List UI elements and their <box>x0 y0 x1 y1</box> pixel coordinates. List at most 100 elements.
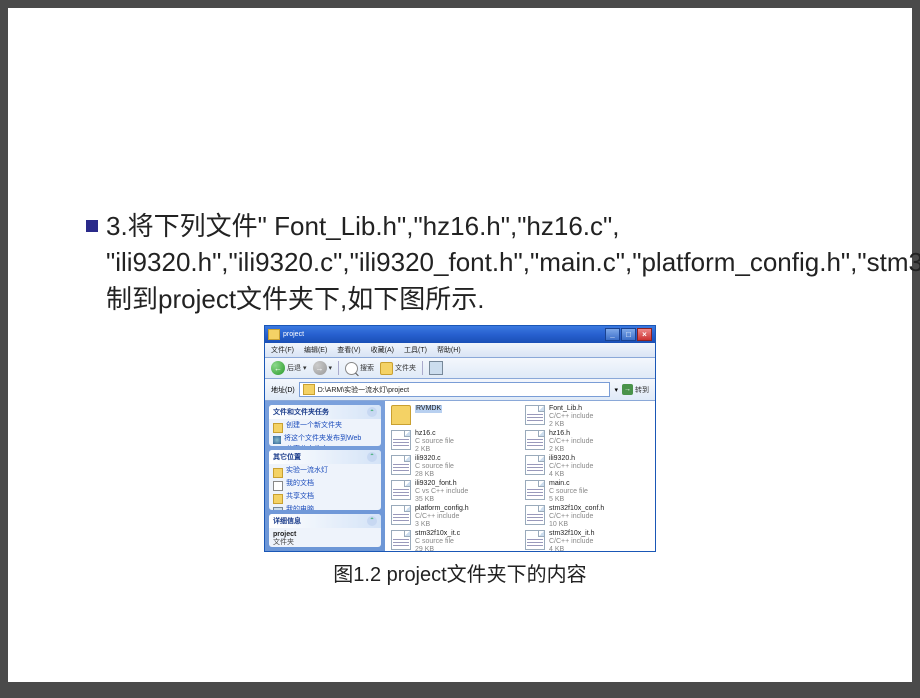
document-icon <box>273 481 283 491</box>
folders-button[interactable]: 文件夹 <box>380 362 416 375</box>
file-item[interactable]: ili9320.cC source file 28 KB <box>391 455 515 478</box>
addressbar: 地址(D) D:\ARM\实验一流水灯\project ▾ → 转到 <box>265 379 655 401</box>
place-computer[interactable]: 我的电脑 <box>273 505 377 510</box>
slide: 3.将下列文件" Font_Lib.h","hz16.h","hz16.c", … <box>8 8 912 682</box>
file-meta: C/C++ include 4 KB <box>549 538 595 553</box>
address-input[interactable]: D:\ARM\实验一流水灯\project <box>299 382 611 397</box>
address-path: D:\ARM\实验一流水灯\project <box>318 385 409 395</box>
tasks-header[interactable]: 文件和文件夹任务 ⌃ <box>269 405 381 419</box>
file-name: platform_config.h <box>415 505 469 513</box>
file-info: hz16.hC/C++ include 2 KB <box>549 430 593 453</box>
collapse-icon: ⌃ <box>367 452 377 462</box>
file-name: ili9320.h <box>549 455 593 463</box>
place-shared[interactable]: 共享文档 <box>273 492 377 505</box>
file-name: RVMDK <box>415 405 442 413</box>
file-icon <box>525 530 545 550</box>
chevron-down-icon[interactable]: ▾ <box>614 386 618 394</box>
place-parent[interactable]: 实验一流水灯 <box>273 466 377 479</box>
file-info: stm32f10x_it.hC/C++ include 4 KB <box>549 530 595 553</box>
file-info: stm32f10x_it.cC source file 29 KB <box>415 530 460 553</box>
file-icon <box>391 530 411 550</box>
file-item[interactable]: platform_config.hC/C++ include 3 KB <box>391 505 515 528</box>
menubar: 文件(F) 编辑(E) 查看(V) 收藏(A) 工具(T) 帮助(H) <box>265 343 655 358</box>
place-mydocs[interactable]: 我的文档 <box>273 479 377 492</box>
close-button[interactable]: × <box>637 328 652 341</box>
text-line-1: 3.将下列文件" Font_Lib.h","hz16.h","hz16.c", <box>106 208 620 244</box>
bullet-line-1: 3.将下列文件" Font_Lib.h","hz16.h","hz16.c", <box>8 208 912 244</box>
back-button[interactable]: ← 后退 ▾ <box>271 361 307 375</box>
go-arrow-icon: → <box>622 384 633 395</box>
toolbar: ← 后退 ▾ → ▾ 搜索 文件夹 <box>265 358 655 379</box>
file-info: platform_config.hC/C++ include 3 KB <box>415 505 469 528</box>
file-meta: C source file 2 KB <box>415 438 454 453</box>
task-share[interactable]: 共享此文件夹 <box>273 445 377 446</box>
file-name: stm32f10x_it.c <box>415 530 460 538</box>
figure-caption: 图1.2 project文件夹下的内容 <box>333 558 586 587</box>
text-line-2: "ili9320.h","ili9320.c","ili9320_font.h"… <box>8 244 912 317</box>
menu-fav[interactable]: 收藏(A) <box>371 345 394 355</box>
folders-label: 文件夹 <box>395 363 416 373</box>
maximize-button[interactable]: □ <box>621 328 636 341</box>
globe-icon <box>273 436 281 444</box>
forward-button[interactable]: → ▾ <box>313 361 333 375</box>
file-icon <box>391 505 411 525</box>
file-name: main.c <box>549 480 588 488</box>
titlebar[interactable]: project _ □ × <box>265 326 655 343</box>
places-header[interactable]: 其它位置 ⌃ <box>269 450 381 464</box>
file-info: hz16.cC source file 2 KB <box>415 430 454 453</box>
task-new-folder[interactable]: 创建一个新文件夹 <box>273 421 377 434</box>
details-name: project <box>273 531 296 538</box>
back-arrow-icon: ← <box>271 361 285 375</box>
file-item[interactable]: main.cC source file 5 KB <box>525 480 649 503</box>
task-publish[interactable]: 将这个文件夹发布到Web <box>273 434 377 445</box>
file-info: ili9320.hC/C++ include 4 KB <box>549 455 593 478</box>
folder-icon <box>303 384 315 395</box>
go-button[interactable]: → 转到 <box>622 384 649 395</box>
folder-icon <box>273 468 283 478</box>
shared-docs-icon <box>273 494 283 504</box>
file-item[interactable]: stm32f10x_conf.hC/C++ include 10 KB <box>525 505 649 528</box>
menu-help[interactable]: 帮助(H) <box>437 345 461 355</box>
file-icon <box>525 505 545 525</box>
folder-icon <box>268 329 280 340</box>
file-item[interactable]: hz16.hC/C++ include 2 KB <box>525 430 649 453</box>
details-body: project 文件夹 修改日期: 2013年3月5日, 13:53 <box>269 528 381 547</box>
file-meta: C source file 5 KB <box>549 488 588 503</box>
search-button[interactable]: 搜索 <box>345 362 374 375</box>
window-title: project <box>283 331 304 338</box>
file-icon <box>391 480 411 500</box>
places-title: 其它位置 <box>273 452 301 462</box>
folder-icon <box>391 405 411 425</box>
menu-file[interactable]: 文件(F) <box>271 345 294 355</box>
file-item[interactable]: stm32f10x_it.hC/C++ include 4 KB <box>525 530 649 553</box>
file-name: stm32f10x_it.h <box>549 530 595 538</box>
separator <box>422 361 423 375</box>
new-folder-icon <box>273 423 283 433</box>
file-name: Font_Lib.h <box>549 405 593 413</box>
file-item[interactable]: RVMDK <box>391 405 515 428</box>
file-icon <box>525 430 545 450</box>
file-info: Font_Lib.hC/C++ include 2 KB <box>549 405 593 428</box>
menu-view[interactable]: 查看(V) <box>337 345 360 355</box>
file-name: hz16.c <box>415 430 454 438</box>
file-item[interactable]: hz16.cC source file 2 KB <box>391 430 515 453</box>
menu-edit[interactable]: 编辑(E) <box>304 345 327 355</box>
file-item[interactable]: stm32f10x_it.cC source file 29 KB <box>391 530 515 553</box>
file-item[interactable]: Font_Lib.hC/C++ include 2 KB <box>525 405 649 428</box>
details-header[interactable]: 详细信息 ⌃ <box>269 514 381 528</box>
explorer-window: project _ □ × 文件(F) 编辑(E) 查看(V) 收藏(A) 工具… <box>264 325 656 552</box>
chevron-down-icon: ▾ <box>329 364 333 372</box>
file-meta: C/C++ include 4 KB <box>549 463 593 478</box>
screenshot-container: project _ □ × 文件(F) 编辑(E) 查看(V) 收藏(A) 工具… <box>8 325 912 587</box>
file-item[interactable]: ili9320_font.hC vs C++ include 35 KB <box>391 480 515 503</box>
minimize-button[interactable]: _ <box>605 328 620 341</box>
menu-tools[interactable]: 工具(T) <box>404 345 427 355</box>
side-panel: 文件和文件夹任务 ⌃ 创建一个新文件夹 将这个文件夹发布到Web 共享此文件夹 … <box>265 401 385 551</box>
search-icon <box>345 362 358 375</box>
file-item[interactable]: ili9320.hC/C++ include 4 KB <box>525 455 649 478</box>
separator <box>338 361 339 375</box>
views-icon[interactable] <box>429 361 443 375</box>
file-meta: C/C++ include 2 KB <box>549 413 593 428</box>
file-info: stm32f10x_conf.hC/C++ include 10 KB <box>549 505 604 528</box>
details-box: 详细信息 ⌃ project 文件夹 修改日期: 2013年3月5日, 13:5… <box>269 514 381 547</box>
